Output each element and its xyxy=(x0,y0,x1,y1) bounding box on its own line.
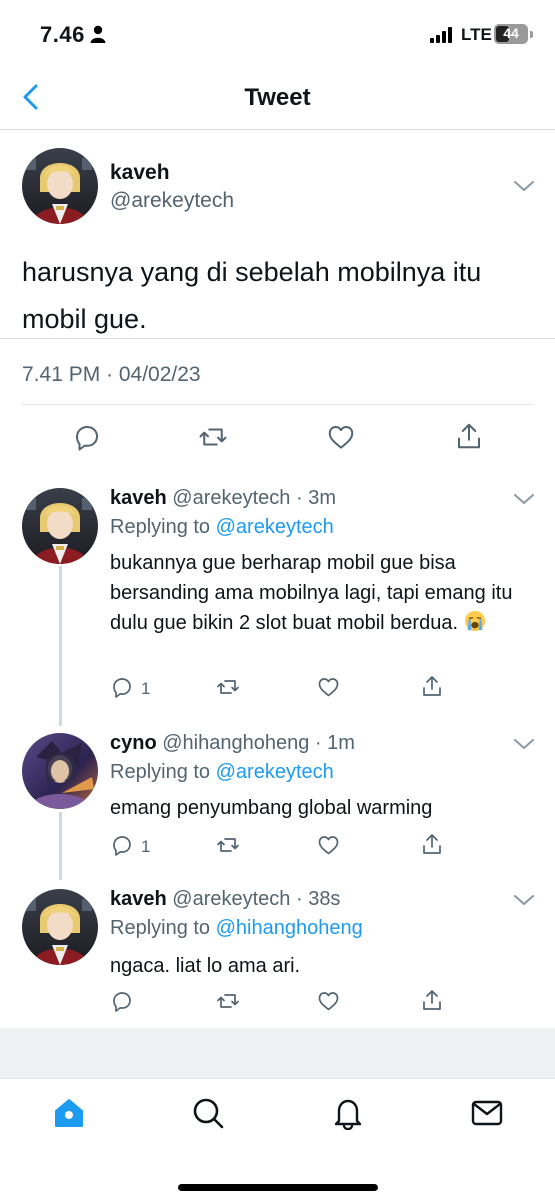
avatar[interactable] xyxy=(22,148,98,224)
page-title: Tweet xyxy=(244,84,311,111)
reply-header: kaveh @arekeytech · 3m xyxy=(110,487,336,510)
mention-link[interactable]: @arekeytech xyxy=(216,761,334,783)
mention-link[interactable]: @hihanghoheng xyxy=(216,917,363,939)
replying-to: Replying to @arekeytech xyxy=(110,761,334,784)
reply-icon[interactable] xyxy=(110,833,134,857)
reply-header: cyno @hihanghoheng · 1m xyxy=(110,732,355,755)
thread-line xyxy=(59,566,62,726)
share-icon[interactable] xyxy=(420,988,444,1012)
like-icon[interactable] xyxy=(316,675,341,699)
replying-to: Replying to @hihanghoheng xyxy=(110,917,363,940)
avatar[interactable] xyxy=(22,889,98,965)
reply-icon[interactable] xyxy=(72,422,102,452)
reply-icon[interactable] xyxy=(110,989,134,1013)
network-label: LTE xyxy=(461,25,492,44)
replying-prefix: Replying to xyxy=(110,516,216,538)
like-icon[interactable] xyxy=(326,422,356,452)
tweet-text: ngaca. liat lo ama ari. xyxy=(110,955,301,977)
avatar[interactable] xyxy=(22,733,98,809)
bottom-tab-bar xyxy=(0,1078,555,1200)
replying-to: Replying to @arekeytech xyxy=(110,516,334,539)
share-icon[interactable] xyxy=(454,421,484,451)
replying-prefix: Replying to xyxy=(110,917,216,939)
crying-face-emoji-icon xyxy=(464,610,485,632)
thread-line xyxy=(59,812,62,880)
author-handle[interactable]: @arekeytech xyxy=(110,189,234,213)
chevron-down-icon[interactable] xyxy=(513,179,535,193)
mention-link[interactable]: @arekeytech xyxy=(216,516,334,538)
home-indicator xyxy=(178,1184,378,1191)
top-nav: Tweet xyxy=(0,70,555,130)
retweet-icon[interactable] xyxy=(215,675,241,699)
author-name[interactable]: kaveh xyxy=(110,487,167,509)
battery-icon: 44 xyxy=(494,24,528,44)
like-icon[interactable] xyxy=(316,833,341,857)
reply-count: 1 xyxy=(141,679,151,698)
author-name[interactable]: cyno xyxy=(110,732,157,754)
person-icon xyxy=(90,25,106,43)
signal-icon xyxy=(430,27,454,43)
retweet-icon[interactable] xyxy=(198,422,228,452)
like-icon[interactable] xyxy=(316,989,341,1013)
retweet-icon[interactable] xyxy=(215,833,241,857)
chevron-down-icon[interactable] xyxy=(513,893,535,907)
share-icon[interactable] xyxy=(420,674,444,698)
notifications-icon[interactable] xyxy=(331,1096,365,1130)
avatar[interactable] xyxy=(22,488,98,564)
status-time: 7.46 xyxy=(40,22,85,47)
retweet-icon[interactable] xyxy=(215,989,241,1013)
reply-header: kaveh @arekeytech · 38s xyxy=(110,888,340,911)
reply-body: bukannya gue berharap mobil gue bisa ber… xyxy=(110,548,540,638)
tweet-text: bukannya gue berharap mobil gue bisa ber… xyxy=(110,552,513,634)
chevron-down-icon[interactable] xyxy=(513,492,535,506)
tweet-text: emang penyumbang global warming xyxy=(110,797,433,819)
tweet-text: harusnya yang di sebelah mobilnya itu mo… xyxy=(22,257,482,334)
home-icon[interactable] xyxy=(52,1096,86,1130)
status-bar: 7.46 LTE 44 xyxy=(0,0,555,70)
reply-icon[interactable] xyxy=(110,675,134,699)
chevron-down-icon[interactable] xyxy=(513,737,535,751)
author-name[interactable]: kaveh xyxy=(110,161,170,185)
battery-level: 44 xyxy=(503,25,519,41)
author-meta: @arekeytech · 38s xyxy=(172,888,341,910)
empty-feed-area xyxy=(0,1028,555,1078)
author-meta: @hihanghoheng · 1m xyxy=(162,732,355,754)
replying-prefix: Replying to xyxy=(110,761,216,783)
tweet-timestamp: 7.41 PM · 04/02/23 xyxy=(22,363,201,386)
share-icon[interactable] xyxy=(420,832,444,856)
search-icon[interactable] xyxy=(191,1096,225,1130)
author-meta: @arekeytech · 3m xyxy=(172,487,336,509)
battery-tip xyxy=(530,31,533,38)
author-name[interactable]: kaveh xyxy=(110,888,167,910)
divider xyxy=(0,338,555,339)
messages-icon[interactable] xyxy=(470,1096,504,1130)
tweet-actions xyxy=(0,405,555,469)
reply-count: 1 xyxy=(141,837,151,856)
